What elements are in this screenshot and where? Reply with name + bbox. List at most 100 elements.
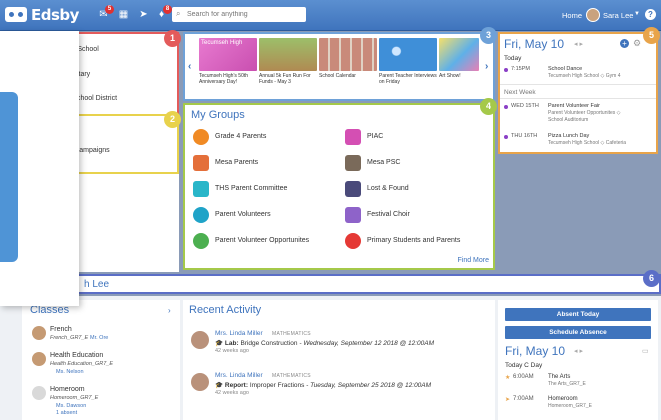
search-input[interactable] [187, 8, 299, 20]
carousel-next-icon[interactable]: › [485, 61, 488, 72]
group-icon [193, 233, 209, 249]
profile-name: h Lee [84, 279, 110, 290]
activity-ago: 42 weeks ago [215, 348, 249, 354]
event-dot [504, 105, 508, 109]
help-icon[interactable]: ? [645, 9, 656, 20]
find-more-link[interactable]: Find More [457, 257, 489, 264]
home-link[interactable]: Home [562, 11, 582, 20]
group-icon [193, 181, 209, 197]
activity-title-text: Improper Fractions [249, 382, 305, 389]
activity-title-text: Bridge Construction [240, 340, 298, 347]
divider [500, 84, 656, 85]
carousel-prev-icon[interactable]: ‹ [188, 61, 191, 72]
popup-tile[interactable] [0, 92, 18, 262]
event-location: Tecumseh High School ◇ Cafeteria [548, 140, 627, 146]
announcement-thumb [259, 38, 317, 71]
announcement-item[interactable]: Parent Teacher Interviews on Friday [379, 38, 437, 85]
group-label: Lost & Found [367, 185, 409, 192]
activity-detail[interactable]: 🎓 Lab: Bridge Construction - Wednesday, … [215, 339, 434, 347]
announcements-carousel: ‹ Tecumseh High Tecumseh High's 50th Ann… [183, 32, 495, 101]
absent-count[interactable]: 1 absent [56, 410, 77, 416]
user-avatar[interactable] [586, 8, 600, 22]
marker-3: 3 [480, 27, 497, 44]
group-label: Grade 4 Parents [215, 133, 267, 140]
activity-detail[interactable]: 🎓 Report: Improper Fractions - Tuesday, … [215, 381, 431, 389]
class-teacher[interactable]: Ms. Nelson [56, 369, 84, 375]
group-icon [345, 233, 361, 249]
student-calendar-panel: Absent Today Schedule Absence Fri, May 1… [498, 300, 658, 420]
announcement-item[interactable]: School Calendar [319, 38, 377, 79]
announcement-item[interactable]: Tecumseh High Tecumseh High's 50th Anniv… [199, 38, 257, 85]
next-week-label: Next Week [504, 89, 536, 96]
divider [500, 98, 656, 99]
calendar-icon[interactable]: ▭ [642, 347, 649, 355]
teacher-avatar [191, 373, 209, 391]
user-name[interactable]: Sara Lee [603, 11, 633, 20]
group-label: Mesa PSC [367, 159, 401, 166]
event-time: 7:15PM [511, 66, 530, 72]
activity-subject: MATHEMATICS [272, 373, 311, 379]
event-name: The Arts [548, 374, 571, 380]
activity-when: - Tuesday, September 25 2018 @ 12:00AM [304, 382, 432, 389]
teacher-avatar [191, 331, 209, 349]
add-event-icon[interactable]: + [620, 39, 629, 48]
group-icon [345, 129, 361, 145]
chevron-right-icon[interactable]: › [168, 306, 171, 315]
marker-2: 2 [164, 111, 181, 128]
activity-author[interactable]: Mrs. Linda Miller [215, 330, 263, 337]
event-dot [504, 68, 508, 72]
announcement-thumb [319, 38, 377, 71]
class-section: Health Education_GR7_E [50, 361, 113, 367]
calendar-panel: Fri, May 10 ◂ ▸ + ⚙ Today 7:15PM School … [498, 32, 658, 154]
event-time: 6:00AM [513, 374, 534, 380]
group-icon [345, 181, 361, 197]
day-label: Today C Day [505, 362, 543, 369]
class-teacher[interactable]: Ms. Dawson [56, 403, 86, 409]
notifications-badge: 8 [163, 5, 172, 14]
class-name: French [50, 326, 72, 333]
calendar-nav-arrows-icon[interactable]: ◂ ▸ [574, 40, 583, 48]
announcement-caption: Art Show! [439, 73, 461, 79]
event-name: School Dance [548, 66, 583, 72]
group-label: Festival Choir [367, 211, 410, 218]
marker-6: 6 [643, 270, 660, 287]
announcement-caption: Parent Teacher Interviews on Friday [379, 73, 437, 85]
classes-panel: Classes › French French_GR7_E Mr. Ore He… [22, 300, 180, 420]
event-location: School Auditorium [548, 117, 589, 123]
calendar-icon[interactable]: ▦ [118, 9, 129, 20]
absent-today-button[interactable]: Absent Today [505, 308, 651, 321]
marker-4: 4 [480, 98, 497, 115]
logo-text[interactable]: Edsby [31, 6, 79, 24]
class-teacher[interactable]: Mr. Ore [90, 335, 108, 341]
activity-when: - Wednesday, September 12 2018 @ 12:00AM [297, 340, 434, 347]
arrow-icon: ➤ [505, 397, 511, 403]
search-box[interactable]: ⌕ [172, 7, 306, 22]
announcement-item[interactable]: Art Show! [439, 38, 479, 79]
activity-author[interactable]: Mrs. Linda Miller [215, 372, 263, 379]
star-icon: ★ [505, 375, 511, 381]
chevron-down-icon[interactable]: ▼ [634, 11, 640, 17]
top-nav-bar: Edsby ✉ 5 ▦ ➤ ♦ 8 ⌕ Home Sara Lee ▼ ? [0, 0, 661, 31]
group-label: PIAC [367, 133, 384, 140]
event-section: The Arts_GR7_E [548, 381, 586, 387]
calendar-date-title: Fri, May 10 [504, 37, 565, 51]
gear-icon[interactable]: ⚙ [633, 38, 641, 49]
schedule-absence-button[interactable]: Schedule Absence [505, 326, 651, 339]
teacher-avatar [32, 326, 46, 340]
highlight-frame-1 [79, 32, 179, 114]
my-groups-panel: My Groups Grade 4 Parents PIAC Mesa Pare… [183, 103, 495, 270]
activity-title: Recent Activity [189, 304, 262, 316]
announcement-item[interactable]: Annual 5k Fun Run For Funds - May 3 [259, 38, 317, 85]
edsby-logo-icon[interactable] [5, 7, 27, 22]
group-icon [345, 155, 361, 171]
event-time: WED 15TH [511, 103, 539, 109]
group-label: Parent Volunteers [215, 211, 271, 218]
send-icon[interactable]: ➤ [138, 9, 149, 20]
calendar-nav-arrows-icon[interactable]: ◂ ▸ [574, 347, 583, 355]
teacher-avatar [32, 352, 46, 366]
announcement-thumb [439, 38, 479, 71]
class-avatar [32, 386, 46, 400]
announcement-caption: School Calendar [319, 73, 356, 79]
event-time: THU 16TH [511, 133, 538, 139]
marker-1: 1 [164, 30, 181, 47]
